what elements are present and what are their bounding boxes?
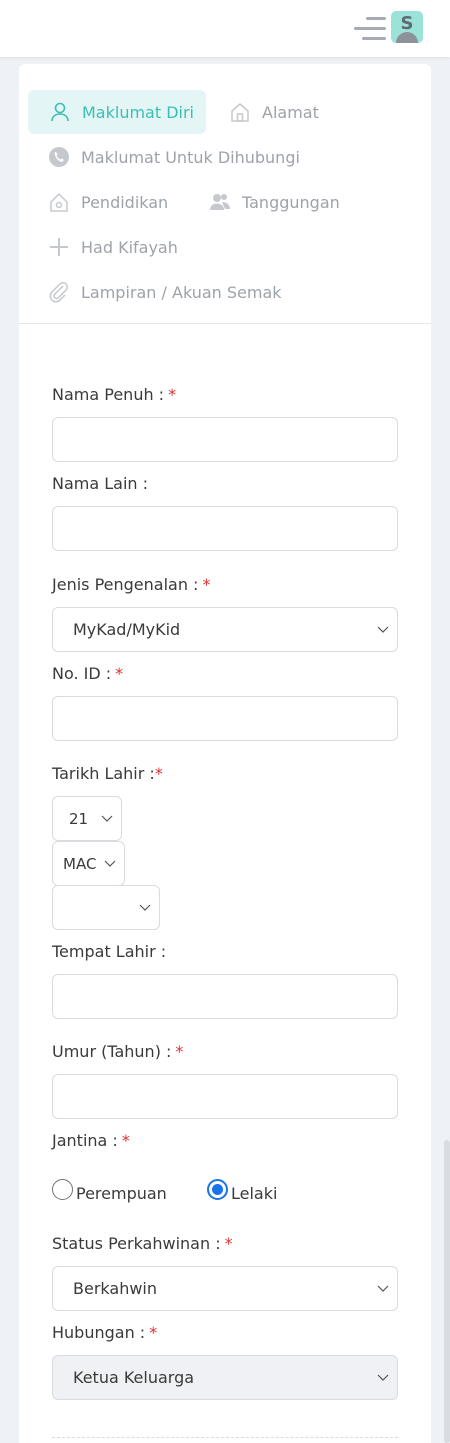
tab-tanggungan[interactable]: Tanggungan	[208, 180, 340, 224]
hamburger-icon[interactable]	[352, 15, 386, 43]
education-icon	[47, 190, 71, 214]
nama-penuh-input[interactable]	[52, 417, 398, 462]
avatar[interactable]: S	[391, 11, 423, 43]
hubungan-label: Hubungan : *	[52, 1323, 157, 1342]
tab-alamat[interactable]: Alamat	[228, 90, 319, 134]
label-text: Tempat Lahir :	[52, 942, 167, 961]
required-marker: *	[154, 764, 163, 783]
jantina-lelaki-radio[interactable]: Lelaki	[207, 1176, 277, 1203]
tarikh-lahir-month-select[interactable]: MAC	[52, 841, 125, 886]
tab-label: Maklumat Untuk Dihubungi	[81, 147, 300, 167]
chevron-down-icon	[101, 815, 113, 822]
radio-label: Lelaki	[231, 1184, 278, 1203]
phone-icon	[47, 145, 71, 169]
nama-lain-label: Nama Lain :	[52, 474, 148, 493]
user-icon	[48, 100, 72, 124]
avatar-letter: S	[400, 13, 414, 34]
tab-label: Had Kifayah	[81, 237, 178, 257]
jenis-pengenalan-select[interactable]: MyKad/MyKid	[52, 607, 398, 652]
tarikh-lahir-year-select[interactable]	[52, 885, 160, 930]
tarikh-lahir-day-select[interactable]: 21	[52, 796, 122, 841]
radio-label: Perempuan	[76, 1184, 167, 1203]
label-text: No. ID :	[52, 664, 112, 683]
tabs-divider	[19, 323, 431, 324]
select-value: Ketua Keluarga	[73, 1368, 195, 1387]
label-text: Nama Penuh :	[52, 385, 165, 404]
radio-circle[interactable]	[207, 1179, 228, 1200]
tab-label: Alamat	[262, 102, 319, 122]
home-icon	[228, 100, 252, 124]
select-value: MyKad/MyKid	[73, 620, 181, 639]
paperclip-icon	[47, 280, 71, 304]
tab-label: Lampiran / Akuan Semak	[81, 282, 282, 302]
select-value: Berkahwin	[73, 1279, 157, 1298]
label-text: Jenis Pengenalan :	[52, 575, 199, 594]
required-marker: *	[149, 1323, 158, 1342]
scrollbar[interactable]	[444, 1140, 450, 1443]
no-id-label: No. ID : *	[52, 664, 123, 683]
nama-lain-input[interactable]	[52, 506, 398, 551]
radio-circle[interactable]	[52, 1179, 73, 1200]
tab-maklumat-dihubungi[interactable]: Maklumat Untuk Dihubungi	[47, 135, 300, 179]
tab-had-kifayah[interactable]: Had Kifayah	[47, 225, 178, 269]
tab-maklumat-diri[interactable]: Maklumat Diri	[28, 90, 206, 134]
label-text: Status Perkahwinan :	[52, 1234, 221, 1253]
hubungan-select[interactable]: Ketua Keluarga	[52, 1355, 398, 1400]
select-value: 21	[69, 809, 89, 828]
tab-label: Tanggungan	[242, 192, 340, 212]
required-marker: *	[168, 385, 177, 404]
tab-label: Pendidikan	[81, 192, 169, 212]
required-marker: *	[175, 1042, 184, 1061]
required-marker: *	[202, 575, 211, 594]
jantina-perempuan-radio[interactable]: Perempuan	[52, 1176, 167, 1203]
chevron-down-icon	[139, 904, 151, 911]
tab-lampiran[interactable]: Lampiran / Akuan Semak	[47, 270, 282, 314]
section-divider	[52, 1437, 398, 1438]
label-text: Hubungan :	[52, 1323, 146, 1342]
plus-icon	[47, 235, 71, 259]
top-bar: S	[0, 0, 450, 57]
chevron-down-icon	[377, 1374, 389, 1381]
no-id-input[interactable]	[52, 696, 398, 741]
dependents-icon	[208, 190, 232, 214]
required-marker: *	[115, 664, 124, 683]
status-perkahwinan-label: Status Perkahwinan : *	[52, 1234, 233, 1253]
tab-pendidikan[interactable]: Pendidikan	[47, 180, 168, 224]
tempat-lahir-input[interactable]	[52, 974, 398, 1019]
jenis-pengenalan-label: Jenis Pengenalan : *	[52, 575, 210, 594]
label-text: Nama Lain :	[52, 474, 149, 493]
status-perkahwinan-select[interactable]: Berkahwin	[52, 1266, 398, 1311]
required-marker: *	[121, 1131, 130, 1150]
chevron-down-icon	[104, 860, 116, 867]
tab-label: Maklumat Diri	[82, 102, 194, 122]
label-text: Umur (Tahun) :	[52, 1042, 172, 1061]
chevron-down-icon	[377, 626, 389, 633]
required-marker: *	[224, 1234, 233, 1253]
label-text: Jantina :	[52, 1131, 118, 1150]
nama-penuh-label: Nama Penuh : *	[52, 385, 176, 404]
label-text: Tarikh Lahir :	[52, 764, 155, 783]
chevron-down-icon	[377, 1285, 389, 1292]
select-value: MAC	[63, 854, 97, 873]
tempat-lahir-label: Tempat Lahir :	[52, 942, 166, 961]
umur-label: Umur (Tahun) : *	[52, 1042, 183, 1061]
jantina-label: Jantina : *	[52, 1131, 130, 1150]
tarikh-lahir-label: Tarikh Lahir :*	[52, 764, 163, 783]
umur-input[interactable]	[52, 1074, 398, 1119]
